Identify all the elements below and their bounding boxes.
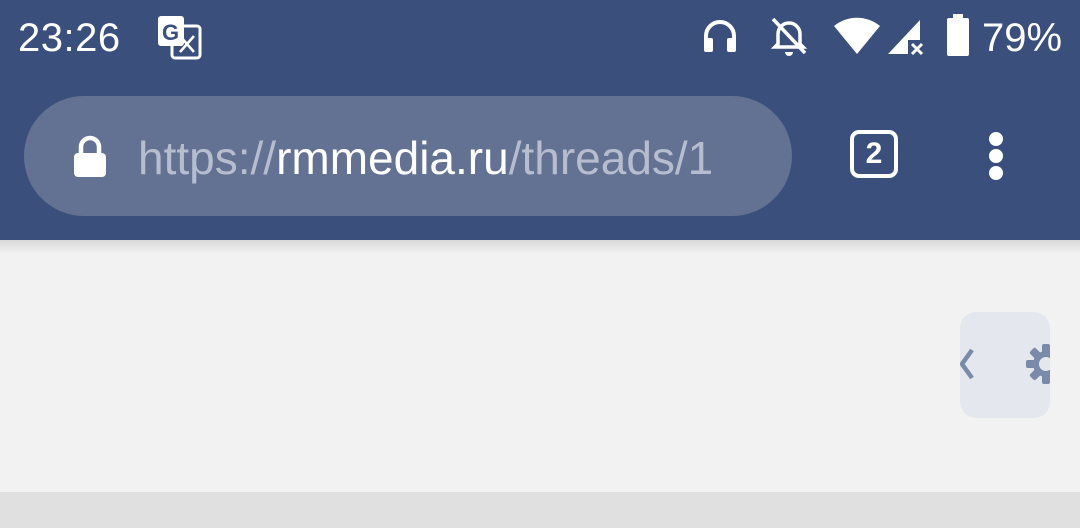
page-bottom-strip	[0, 492, 1080, 528]
menu-dot	[989, 166, 1003, 180]
headphones-icon	[704, 20, 736, 52]
gear-icon[interactable]	[1026, 344, 1050, 384]
url-path: /threads/1	[508, 132, 714, 184]
more-vert-icon[interactable]	[978, 128, 1014, 184]
url-domain: rmmedia.ru	[276, 132, 509, 184]
google-translate-icon: G	[158, 16, 202, 60]
battery-icon	[947, 14, 969, 56]
battery-percent: 79%	[982, 16, 1063, 60]
menu-dot	[989, 132, 1003, 146]
bell-off-icon	[770, 17, 808, 56]
chevron-left-icon[interactable]	[960, 346, 978, 382]
svg-text:G: G	[162, 20, 179, 45]
menu-dot	[989, 149, 1003, 163]
url-scheme: https://	[138, 132, 277, 184]
lock-icon[interactable]	[72, 134, 108, 178]
floating-settings-widget[interactable]	[960, 312, 1050, 418]
status-clock: 23:26	[18, 16, 121, 60]
wifi-icon	[834, 17, 880, 54]
status-bar: 23:26 G 79%	[0, 0, 1080, 78]
browser-toolbar: 23:26 G 79% https://rmmedia.ru/threads/1…	[0, 0, 1080, 240]
tab-switcher-button[interactable]: 2	[850, 130, 898, 178]
url-text[interactable]: https://rmmedia.ru/threads/1	[138, 130, 768, 186]
signal-no-data-icon	[888, 20, 924, 56]
toolbar-shadow	[0, 240, 1080, 254]
